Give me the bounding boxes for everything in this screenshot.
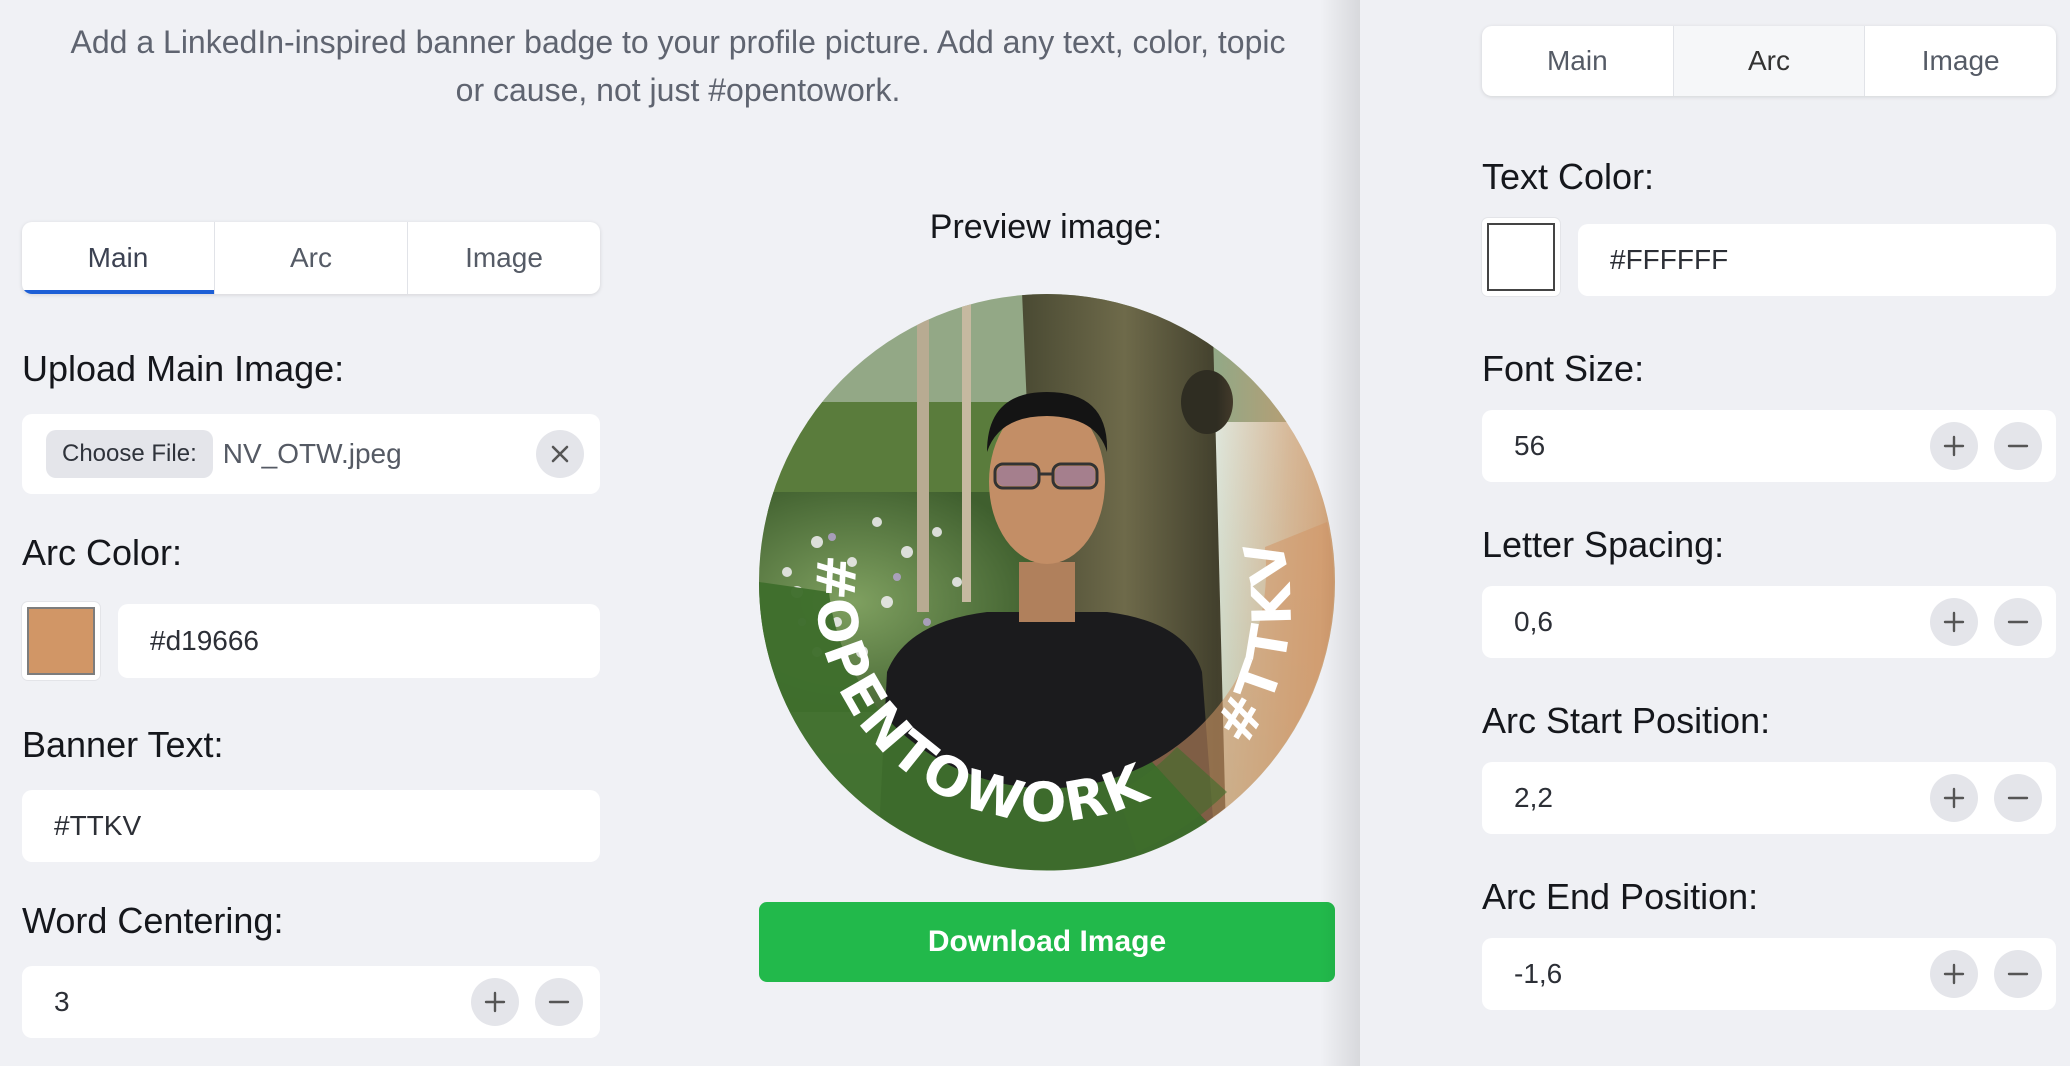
arc-start-minus-button[interactable] (1994, 774, 2042, 822)
intro-line-2: or cause, not just #opentowork. (455, 72, 901, 108)
letter-spacing-label: Letter Spacing: (1482, 524, 1725, 565)
download-image-button[interactable]: Download Image (759, 902, 1335, 982)
plus-icon (1943, 435, 1965, 457)
font-size-label: Font Size: (1482, 348, 1645, 389)
text-color-input[interactable]: #FFFFFF (1578, 224, 2056, 296)
letter-spacing-minus-button[interactable] (1994, 598, 2042, 646)
arc-color-swatch[interactable] (22, 602, 100, 680)
clear-file-button[interactable] (536, 430, 584, 478)
text-color-swatch-fill (1487, 223, 1555, 291)
plus-icon (1943, 963, 1965, 985)
text-color-label: Text Color: (1482, 156, 1655, 197)
arc-color-input[interactable]: #d19666 (118, 604, 600, 678)
right-panel: Main Arc Image Text Color: #FFFFFF Font … (1386, 0, 2070, 1066)
left-tabs: Main Arc Image (22, 222, 600, 294)
intro-line-1: Add a LinkedIn-inspired banner badge to … (70, 24, 1286, 60)
plus-icon (1943, 787, 1965, 809)
tab-main[interactable]: Main (22, 222, 215, 294)
word-centering-value: 3 (54, 986, 70, 1017)
minus-icon (2007, 972, 2029, 976)
right-tabs: Main Arc Image (1482, 26, 2056, 96)
text-color-swatch[interactable] (1482, 218, 1560, 296)
preview-image: #OPENTOWORK #TTKV (758, 294, 1335, 871)
tab-main[interactable]: Main (1482, 26, 1674, 96)
banner-text-label: Banner Text: (22, 724, 224, 765)
arc-end-plus-button[interactable] (1930, 950, 1978, 998)
banner-text-input[interactable]: #TTKV (22, 790, 600, 862)
word-centering-minus-button[interactable] (535, 978, 583, 1026)
plus-icon (484, 991, 506, 1013)
arc-start-plus-button[interactable] (1930, 774, 1978, 822)
upload-label: Upload Main Image: (22, 348, 345, 389)
letter-spacing-value: 0,6 (1514, 606, 1553, 637)
arc-start-label: Arc Start Position: (1482, 700, 1771, 741)
close-icon (551, 445, 569, 463)
font-size-minus-button[interactable] (1994, 422, 2042, 470)
plus-icon (1943, 611, 1965, 633)
tab-image[interactable]: Image (1865, 26, 2056, 96)
intro-text: Add a LinkedIn-inspired banner badge to … (22, 18, 1334, 114)
arc-end-label: Arc End Position: (1482, 876, 1759, 917)
file-upload-field: Choose File: NV_OTW.jpeg (22, 414, 600, 494)
arc-color-label: Arc Color: (22, 532, 183, 573)
tab-arc[interactable]: Arc (215, 222, 408, 294)
choose-file-button[interactable]: Choose File: (46, 430, 213, 478)
tab-image[interactable]: Image (408, 222, 600, 294)
font-size-value: 56 (1514, 430, 1546, 461)
preview-title: Preview image: (929, 208, 1163, 246)
letter-spacing-plus-button[interactable] (1930, 598, 1978, 646)
minus-icon (2007, 444, 2029, 448)
minus-icon (548, 1000, 570, 1004)
word-centering-plus-button[interactable] (471, 978, 519, 1026)
minus-icon (2007, 796, 2029, 800)
arc-start-value: 2,2 (1514, 782, 1553, 813)
arc-color-swatch-fill (27, 607, 95, 675)
minus-icon (2007, 620, 2029, 624)
word-centering-label: Word Centering: (22, 900, 284, 941)
left-page: Add a LinkedIn-inspired banner badge to … (0, 0, 1360, 1066)
arc-end-minus-button[interactable] (1994, 950, 2042, 998)
arc-end-value: -1,6 (1514, 958, 1563, 989)
file-name: NV_OTW.jpeg (222, 438, 402, 469)
font-size-plus-button[interactable] (1930, 422, 1978, 470)
tab-arc[interactable]: Arc (1673, 26, 1866, 96)
